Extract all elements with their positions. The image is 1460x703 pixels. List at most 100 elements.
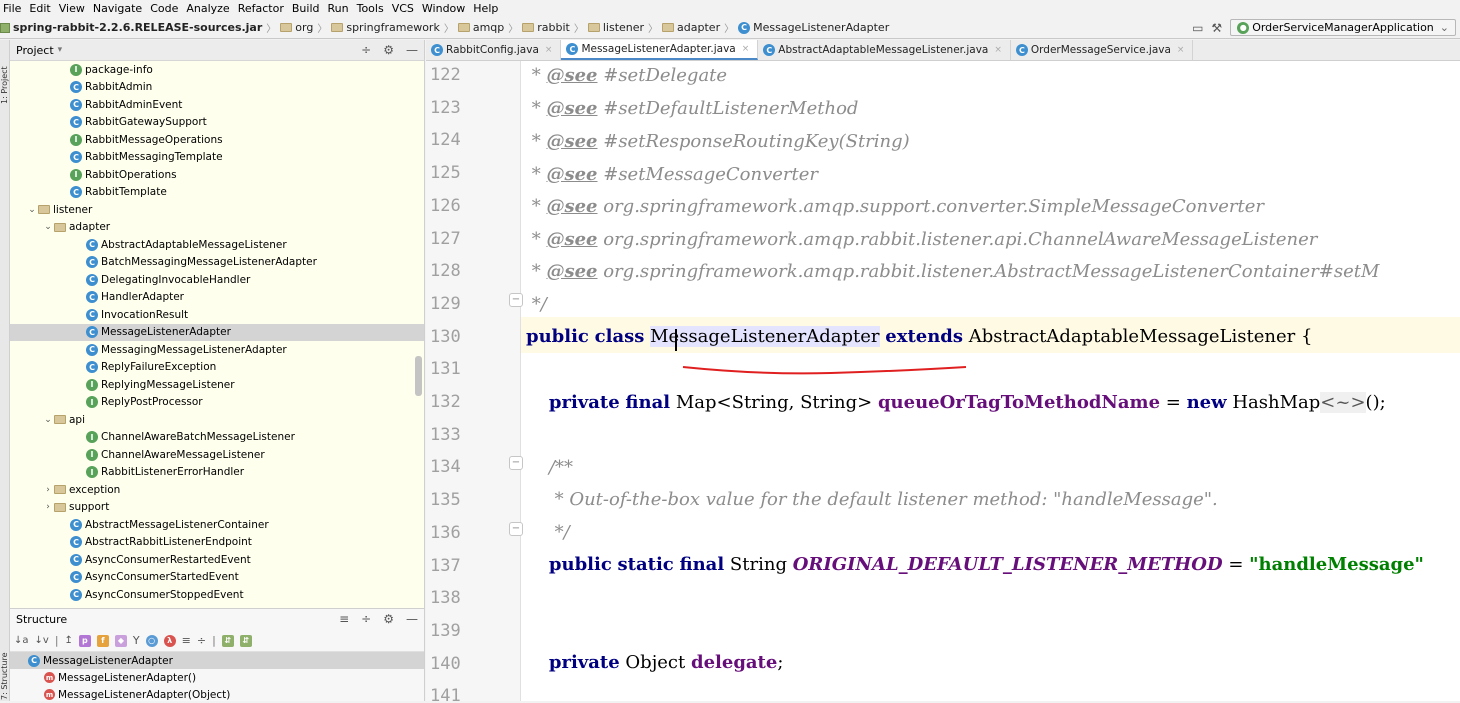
tree-item[interactable]: C AsyncConsumerStoppedEvent bbox=[10, 586, 424, 604]
project-view-select[interactable]: Project bbox=[16, 44, 54, 57]
tree-item[interactable]: C RabbitAdmin bbox=[10, 79, 424, 97]
tree-item[interactable]: C RabbitGatewaySupport bbox=[10, 114, 424, 132]
close-icon[interactable]: × bbox=[994, 45, 1002, 55]
tree-scrollbar[interactable] bbox=[415, 356, 422, 396]
menu-build[interactable]: Build bbox=[289, 2, 325, 15]
show-properties-icon[interactable]: p bbox=[78, 634, 91, 647]
tree-item[interactable]: I ReplyingMessageListener bbox=[10, 376, 424, 394]
breadcrumb-item[interactable]: rabbit bbox=[522, 21, 570, 34]
editor-tab[interactable]: C MessageListenerAdapter.java × bbox=[561, 40, 759, 60]
hide-icon[interactable]: — bbox=[406, 43, 418, 57]
gear-icon[interactable]: ⚙ bbox=[383, 43, 394, 57]
fold-marker-icon[interactable]: − bbox=[509, 522, 523, 536]
close-icon[interactable]: × bbox=[1177, 45, 1185, 55]
tree-item[interactable]: C ReplyFailureException bbox=[10, 359, 424, 377]
tree-item[interactable]: Ipackage-info bbox=[10, 61, 424, 79]
tree-item[interactable]: › support bbox=[10, 499, 424, 517]
editor-tab[interactable]: C OrderMessageService.java × bbox=[1011, 40, 1194, 60]
tree-item[interactable]: C AbstractRabbitListenerEndpoint bbox=[10, 534, 424, 552]
chevron-right-icon[interactable]: › bbox=[42, 502, 54, 512]
tree-item[interactable]: ⌄ listener bbox=[10, 201, 424, 219]
tree-item[interactable]: C AbstractAdaptableMessageListener bbox=[10, 236, 424, 254]
sort-alpha-icon[interactable]: ↓a bbox=[14, 635, 29, 646]
structure-tree[interactable]: C MessageListenerAdapter m MessageListenerA… bbox=[10, 652, 424, 703]
menu-view[interactable]: View bbox=[56, 2, 90, 15]
filter-icon[interactable]: Y bbox=[133, 634, 140, 647]
tree-item[interactable]: C BatchMessagingMessageListenerAdapter bbox=[10, 254, 424, 272]
menu-tools[interactable]: Tools bbox=[354, 2, 389, 15]
menu-edit[interactable]: Edit bbox=[26, 2, 55, 15]
menu-window[interactable]: Window bbox=[419, 2, 470, 15]
expand-icon[interactable]: ≡ bbox=[182, 634, 191, 647]
chevron-down-icon[interactable]: ⌄ bbox=[42, 222, 54, 232]
menu-run[interactable]: Run bbox=[325, 2, 354, 15]
tree-item[interactable]: C InvocationResult bbox=[10, 306, 424, 324]
menu-code[interactable]: Code bbox=[147, 2, 183, 15]
hammer-icon[interactable]: ⚒ bbox=[1211, 21, 1222, 35]
show-fields-icon[interactable]: f bbox=[96, 634, 109, 647]
show-lambdas-icon[interactable]: λ bbox=[163, 634, 176, 647]
breadcrumb-item[interactable]: springframework bbox=[331, 21, 440, 34]
menu-analyze[interactable]: Analyze bbox=[183, 2, 234, 15]
tree-item[interactable]: C RabbitTemplate bbox=[10, 184, 424, 202]
menu-file[interactable]: File bbox=[0, 2, 26, 15]
menu-refactor[interactable]: Refactor bbox=[235, 2, 289, 15]
tree-item[interactable]: I ChannelAwareMessageListener bbox=[10, 446, 424, 464]
chevron-down-icon[interactable]: ▾ bbox=[58, 45, 63, 55]
fold-marker-icon[interactable]: − bbox=[509, 456, 523, 470]
breadcrumb-item[interactable]: spring-rabbit-2.2.6.RELEASE-sources.jar bbox=[0, 21, 262, 34]
sort-visibility-icon[interactable]: ↓v bbox=[35, 635, 49, 646]
autoscroll-to-source-icon[interactable]: ⇵ bbox=[221, 634, 234, 647]
breadcrumb-item[interactable]: adapter bbox=[662, 21, 720, 34]
editor-tab[interactable]: C RabbitConfig.java × bbox=[426, 40, 562, 60]
collapse-icon[interactable]: ÷ bbox=[197, 634, 206, 647]
tree-item[interactable]: › exception bbox=[10, 481, 424, 499]
structure-item[interactable]: m MessageListenerAdapter() bbox=[10, 669, 424, 686]
tree-item[interactable]: I RabbitOperations bbox=[10, 166, 424, 184]
tree-item[interactable]: C HandlerAdapter bbox=[10, 289, 424, 307]
tree-item[interactable]: ⌄ api bbox=[10, 411, 424, 429]
show-anonymous-icon[interactable]: ○ bbox=[145, 634, 158, 647]
gear-icon[interactable]: ⚙ bbox=[383, 612, 394, 626]
tree-item[interactable]: I ReplyPostProcessor bbox=[10, 394, 424, 412]
structure-tool-tab[interactable]: 7: Structure bbox=[0, 630, 10, 700]
breadcrumb-item[interactable]: listener bbox=[587, 21, 644, 34]
menu-help[interactable]: Help bbox=[470, 2, 503, 15]
structure-item[interactable]: m MessageListenerAdapter(Object) bbox=[10, 686, 424, 703]
tree-item[interactable]: C DelegatingInvocableHandler bbox=[10, 271, 424, 289]
breadcrumb-item[interactable]: org bbox=[280, 21, 313, 34]
hide-icon[interactable]: — bbox=[406, 612, 418, 626]
chevron-down-icon[interactable]: ⌄ bbox=[42, 415, 54, 425]
breadcrumb-item[interactable]: C MessageListenerAdapter bbox=[738, 21, 889, 34]
tree-item[interactable]: C MessageListenerAdapter bbox=[10, 323, 424, 341]
menu-vcs[interactable]: VCS bbox=[389, 2, 419, 15]
breadcrumb-item[interactable]: amqp bbox=[457, 21, 504, 34]
inherited-icon[interactable]: ↥ bbox=[65, 635, 73, 646]
autoscroll-from-source-icon[interactable]: ⇵ bbox=[239, 634, 252, 647]
tree-item[interactable]: C AsyncConsumerStartedEvent bbox=[10, 569, 424, 587]
tree-item[interactable]: ⌄ adapter bbox=[10, 219, 424, 237]
project-tree[interactable]: Ipackage-info C RabbitAdmin C RabbitAdminEve… bbox=[10, 61, 424, 608]
close-icon[interactable]: × bbox=[742, 44, 750, 54]
tree-item[interactable]: C RabbitAdminEvent bbox=[10, 96, 424, 114]
fold-marker-icon[interactable]: − bbox=[509, 293, 523, 307]
run-config-select[interactable]: ● OrderServiceManagerApplication ⌄ bbox=[1230, 19, 1456, 36]
chevron-down-icon[interactable]: ⌄ bbox=[26, 205, 38, 215]
expand-all-icon[interactable]: ≡ bbox=[339, 612, 349, 626]
menu-navigate[interactable]: Navigate bbox=[90, 2, 147, 15]
chevron-right-icon[interactable]: › bbox=[42, 485, 54, 495]
editor-tab[interactable]: C AbstractAdaptableMessageListener.java × bbox=[758, 40, 1011, 60]
show-nonpublic-icon[interactable]: ◆ bbox=[114, 634, 127, 647]
close-icon[interactable]: × bbox=[545, 45, 553, 55]
collapse-all-icon[interactable]: ÷ bbox=[361, 43, 371, 57]
tree-item[interactable]: C AsyncConsumerRestartedEvent bbox=[10, 551, 424, 569]
project-tool-tab[interactable]: 1: Project bbox=[0, 44, 10, 104]
code-editor[interactable]: 122 123 124 125 126 127 128 129 130 131 132 133 134 1… bbox=[426, 61, 1460, 701]
tree-item[interactable]: C MessagingMessageListenerAdapter bbox=[10, 341, 424, 359]
tree-item[interactable]: I ChannelAwareBatchMessageListener bbox=[10, 429, 424, 447]
structure-item[interactable]: C MessageListenerAdapter bbox=[10, 652, 424, 669]
tree-item[interactable]: I RabbitListenerErrorHandler bbox=[10, 464, 424, 482]
collapse-all-icon[interactable]: ÷ bbox=[361, 612, 371, 626]
tree-item[interactable]: C RabbitMessagingTemplate bbox=[10, 149, 424, 167]
tree-item[interactable]: I RabbitMessageOperations bbox=[10, 131, 424, 149]
